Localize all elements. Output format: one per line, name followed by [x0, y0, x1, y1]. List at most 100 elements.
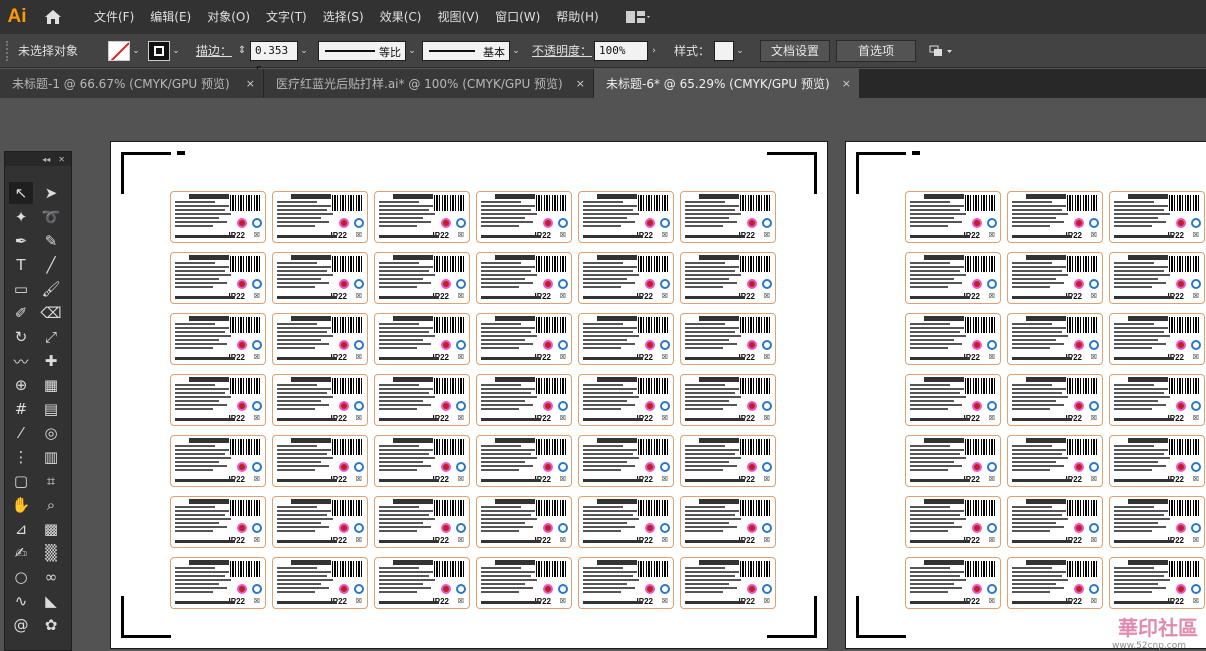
label-card[interactable]: IP22 ☒ [170, 374, 266, 426]
label-card[interactable]: IP22 ☒ [476, 496, 572, 548]
label-card[interactable]: IP22 ☒ [905, 435, 1001, 487]
anchor-point-icon[interactable]: ∿ [9, 590, 33, 612]
label-card[interactable]: IP22 ☒ [374, 435, 470, 487]
opacity-input[interactable]: 100% [594, 40, 649, 61]
label-card[interactable]: IP22 ☒ [170, 435, 266, 487]
close-icon[interactable]: × [246, 77, 255, 90]
label-card[interactable]: IP22 ☒ [905, 557, 1001, 609]
link-tool-icon[interactable]: ∞ [39, 566, 63, 588]
label-card[interactable]: IP22 ☒ [1109, 191, 1205, 243]
label-card[interactable]: IP22 ☒ [680, 496, 776, 548]
label-card[interactable]: IP22 ☒ [476, 557, 572, 609]
label-card[interactable]: IP22 ☒ [680, 435, 776, 487]
direct-selection-tool-icon[interactable]: ➤ [39, 182, 63, 204]
zoom-tool-icon[interactable]: ⌕ [39, 494, 63, 516]
shape-builder-icon[interactable]: ⊕ [9, 374, 33, 396]
label-card[interactable]: IP22 ☒ [170, 496, 266, 548]
label-card[interactable]: IP22 ☒ [170, 557, 266, 609]
label-card[interactable]: IP22 ☒ [1109, 313, 1205, 365]
label-card[interactable]: IP22 ☒ [1109, 496, 1205, 548]
label-card[interactable]: IP22 ☒ [905, 191, 1001, 243]
brush-dropdown-icon[interactable]: ⌄ [510, 41, 522, 61]
gradient-tool-icon[interactable]: ▤ [39, 398, 63, 420]
label-card[interactable]: IP22 ☒ [1007, 252, 1103, 304]
lasso-icon[interactable]: ➰ [39, 206, 63, 228]
chart-tool-icon[interactable]: ◣ [39, 590, 63, 612]
workspace-switcher-icon[interactable] [625, 5, 659, 29]
hand-tool-icon[interactable]: ✋ [9, 494, 33, 516]
magic-wand-icon[interactable]: ✦ [9, 206, 33, 228]
label-card[interactable]: IP22 ☒ [272, 435, 368, 487]
curvature-tool-icon[interactable]: ✎ [39, 230, 63, 252]
opacity-arrow-icon[interactable]: › [648, 41, 660, 61]
tab-untitled-6[interactable]: 未标题-6* @ 65.29% (CMYK/GPU 预览) × [594, 69, 860, 98]
label-card[interactable]: IP22 ☒ [578, 191, 674, 243]
rectangle-tool-icon[interactable]: ▭ [9, 278, 33, 300]
stroke-weight-dropdown-icon[interactable]: ⌄ [298, 41, 310, 61]
label-card[interactable]: IP22 ☒ [680, 557, 776, 609]
close-icon[interactable]: × [576, 77, 585, 90]
label-card[interactable]: IP22 ☒ [170, 313, 266, 365]
label-card[interactable]: IP22 ☒ [1109, 435, 1205, 487]
label-card[interactable]: IP22 ☒ [374, 374, 470, 426]
label-card[interactable]: IP22 ☒ [1109, 557, 1205, 609]
label-card[interactable]: IP22 ☒ [374, 252, 470, 304]
label-card[interactable]: IP22 ☒ [374, 191, 470, 243]
menu-select[interactable]: 选择(S) [315, 0, 372, 34]
style-dropdown-icon[interactable]: ⌄ [734, 41, 746, 61]
label-card[interactable]: IP22 ☒ [680, 252, 776, 304]
label-card[interactable]: IP22 ☒ [905, 313, 1001, 365]
close-icon[interactable]: ✕ [58, 155, 65, 164]
menu-type[interactable]: 文字(T) [258, 0, 315, 34]
label-card[interactable]: IP22 ☒ [905, 496, 1001, 548]
label-card[interactable]: IP22 ☒ [272, 252, 368, 304]
blend-tool-icon[interactable]: ◎ [39, 422, 63, 444]
type-tool-icon[interactable]: T [9, 254, 33, 276]
home-icon[interactable] [34, 0, 72, 34]
label-card[interactable]: IP22 ☒ [374, 313, 470, 365]
label-card[interactable]: IP22 ☒ [272, 374, 368, 426]
label-card[interactable]: IP22 ☒ [476, 191, 572, 243]
scale-tool-icon[interactable]: ⤢ [39, 326, 63, 348]
label-card[interactable]: IP22 ☒ [1007, 557, 1103, 609]
close-icon[interactable]: × [842, 77, 851, 90]
menu-edit[interactable]: 编辑(E) [142, 0, 199, 34]
arrange-icon[interactable] [926, 40, 956, 62]
label-card[interactable]: IP22 ☒ [272, 191, 368, 243]
warp-tool-icon[interactable]: 〰 [9, 350, 33, 372]
label-card[interactable]: IP22 ☒ [374, 557, 470, 609]
profile-dropdown-icon[interactable]: ⌄ [406, 41, 418, 61]
label-card[interactable]: IP22 ☒ [578, 557, 674, 609]
label-card[interactable]: IP22 ☒ [476, 374, 572, 426]
label-card[interactable]: IP22 ☒ [905, 252, 1001, 304]
label-card[interactable]: IP22 ☒ [170, 252, 266, 304]
tools-panel-header[interactable]: ◂◂ ✕ [5, 152, 71, 166]
stroke-dropdown-icon[interactable]: ⌄ [170, 41, 182, 61]
label-card[interactable]: IP22 ☒ [578, 435, 674, 487]
label-card[interactable]: IP22 ☒ [680, 313, 776, 365]
collapse-icon[interactable]: ◂◂ [42, 155, 50, 164]
label-card[interactable]: IP22 ☒ [1007, 313, 1103, 365]
butterfly-icon[interactable]: ✿ [39, 614, 63, 636]
paintbrush-icon[interactable]: 🖌 [39, 278, 63, 300]
mesh-tool-icon[interactable]: # [9, 398, 33, 420]
graph-tool-icon[interactable]: ▥ [39, 446, 63, 468]
blob-brush-icon[interactable]: ✍ [9, 542, 33, 564]
label-card[interactable]: IP22 ☒ [1007, 435, 1103, 487]
menu-help[interactable]: 帮助(H) [548, 0, 606, 34]
label-card[interactable]: IP22 ☒ [374, 496, 470, 548]
label-card[interactable]: IP22 ☒ [578, 496, 674, 548]
menu-view[interactable]: 视图(V) [429, 0, 487, 34]
menu-effect[interactable]: 效果(C) [372, 0, 430, 34]
menu-file[interactable]: 文件(F) [86, 0, 142, 34]
style-swatch[interactable] [714, 40, 735, 61]
perspective-grid-icon[interactable]: ▦ [39, 374, 63, 396]
label-card[interactable]: IP22 ☒ [272, 496, 368, 548]
label-card[interactable]: IP22 ☒ [272, 557, 368, 609]
label-card[interactable]: IP22 ☒ [1007, 374, 1103, 426]
label-card[interactable]: IP22 ☒ [578, 313, 674, 365]
artboard-tool-icon[interactable]: ▢ [9, 470, 33, 492]
preferences-button[interactable]: 首选项 [836, 39, 917, 62]
spiral-tool-icon[interactable]: @ [9, 614, 33, 636]
selection-tool-icon[interactable]: ↖ [9, 182, 33, 204]
